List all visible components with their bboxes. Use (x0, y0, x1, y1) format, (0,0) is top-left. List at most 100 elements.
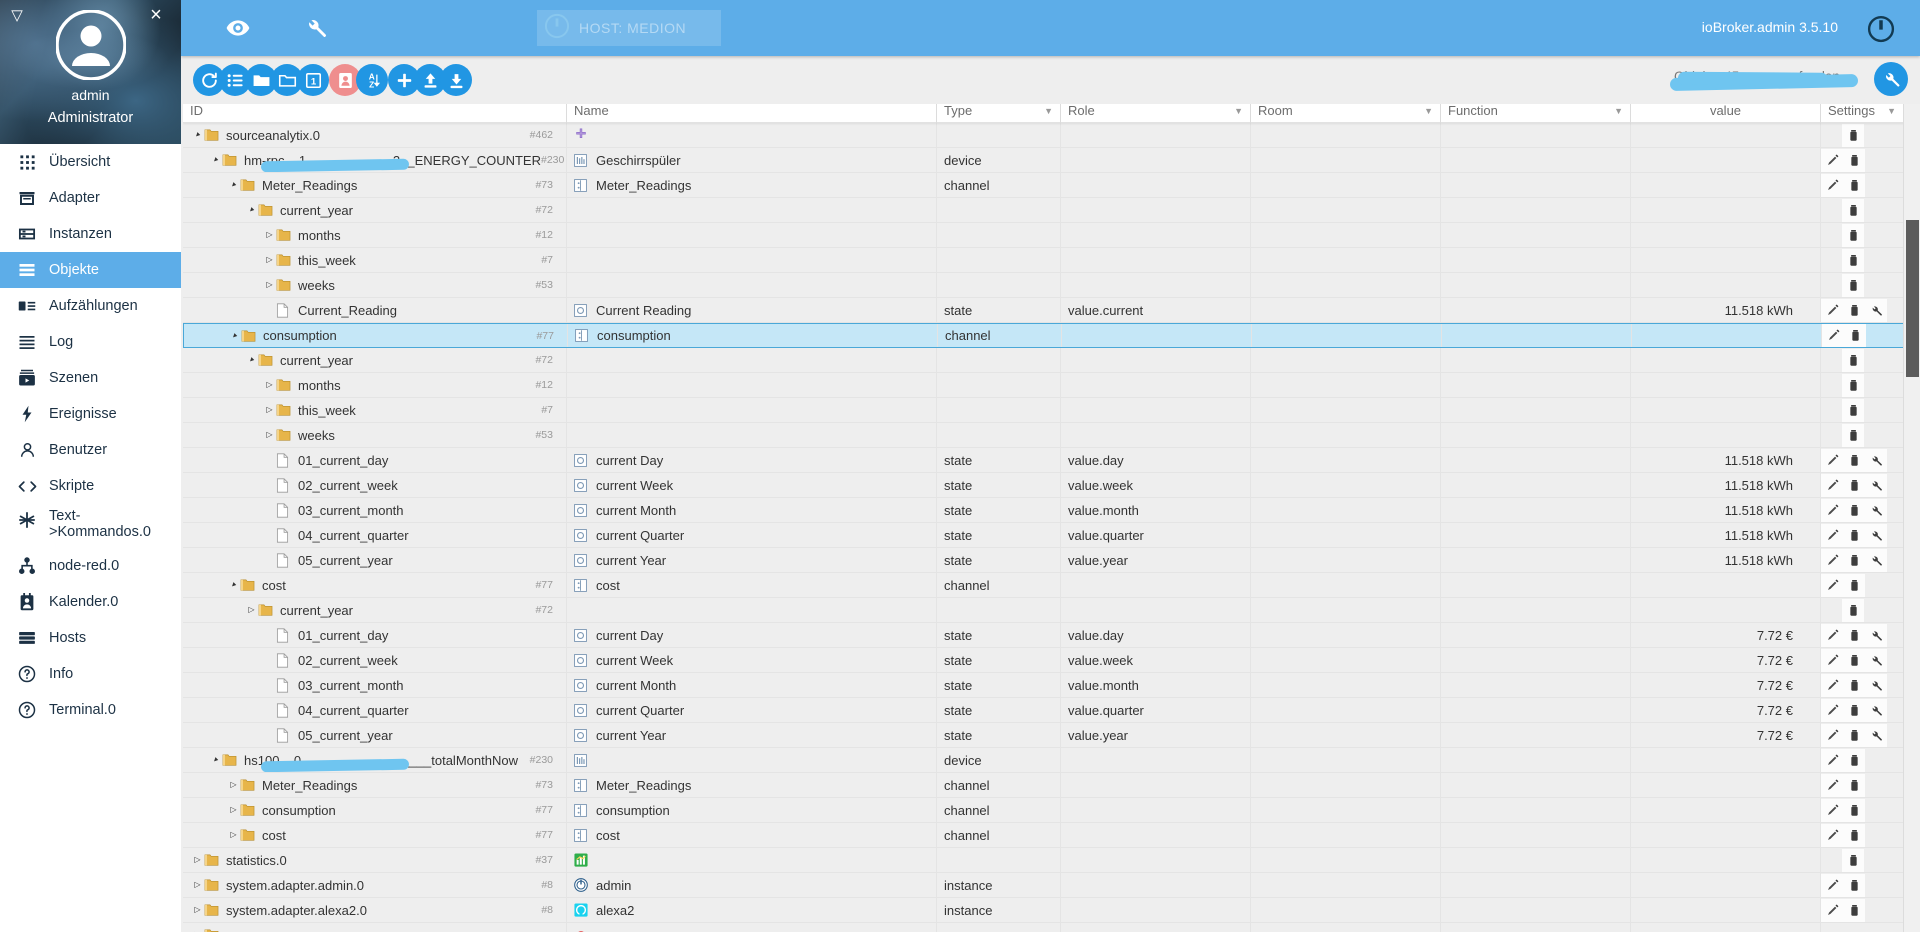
cell-id[interactable]: ◂hs100__0__________________totalMonthNow… (183, 748, 567, 772)
sidebar-item-bersicht[interactable]: Übersicht (0, 144, 181, 180)
cell-id[interactable]: 03_current_month (183, 673, 567, 697)
cell-id[interactable]: ◂ consumption #77 (184, 324, 568, 347)
table-row[interactable]: ▷ weeks #53 (183, 423, 1920, 448)
chevron-right-icon[interactable]: ▷ (191, 856, 204, 864)
sidebar-item-log[interactable]: Log (0, 324, 181, 360)
sidebar-item-objekte[interactable]: Objekte (0, 252, 181, 288)
table-row[interactable]: ◂ cost #77 cost channel (183, 573, 1920, 598)
table-row[interactable]: ▷ system.adapter.alexa2.0 #8 alexa2 instance (183, 898, 1920, 923)
edit-button[interactable] (1821, 673, 1843, 697)
cell-id[interactable]: ▷ this_week #7 (183, 398, 567, 422)
table-row[interactable]: ▷ (183, 923, 1920, 932)
table-row[interactable]: ▷ cost #77 cost channel (183, 823, 1920, 848)
sidebar-item-hosts[interactable]: Hosts (0, 620, 181, 656)
table-row[interactable]: ▷ current_year #72 (183, 598, 1920, 623)
cell-id[interactable]: 04_current_quarter (183, 523, 567, 547)
chevron-down-icon[interactable]: ▼ (1424, 106, 1433, 116)
table-row[interactable]: ◂ current_year #72 (183, 198, 1920, 223)
table-row[interactable]: 02_current_week current Week state value.we… (183, 473, 1920, 498)
edit-button[interactable] (1821, 573, 1843, 597)
delete-button[interactable] (1843, 748, 1865, 772)
chevron-right-icon[interactable]: ▷ (245, 606, 258, 614)
table-row[interactable]: 01_current_day current Day state value.day 7… (183, 623, 1920, 648)
edit-button[interactable] (1821, 873, 1843, 897)
table-row[interactable]: 03_current_month current Month state value.… (183, 498, 1920, 523)
delete-button[interactable] (1842, 848, 1864, 872)
sidebar-item-node-red-0[interactable]: node-red.0 (0, 548, 181, 584)
edit-button[interactable] (1821, 748, 1843, 772)
chevron-down-icon[interactable]: ◂ (244, 203, 259, 218)
delete-button[interactable] (1843, 523, 1865, 547)
delete-button[interactable] (1843, 698, 1865, 722)
edit-button[interactable] (1821, 523, 1843, 547)
cell-id[interactable]: 02_current_week (183, 473, 567, 497)
delete-button[interactable] (1843, 798, 1865, 822)
chevron-right-icon[interactable]: ▷ (191, 881, 204, 889)
cell-id[interactable]: ▷ cost #77 (183, 823, 567, 847)
sidebar-item-aufz-hlungen[interactable]: Aufzählungen (0, 288, 181, 324)
delete-button[interactable] (1843, 148, 1865, 172)
delete-button[interactable] (1842, 198, 1864, 222)
edit-button[interactable] (1821, 473, 1843, 497)
cell-id[interactable]: 05_current_year (183, 723, 567, 747)
cell-id[interactable]: ◂hm-rpc__1____________2__ENERGY_COUNTER#… (183, 148, 567, 172)
settings-wrench-button[interactable] (1874, 62, 1908, 96)
cell-id[interactable]: ▷ system.adapter.admin.0 #8 (183, 873, 567, 897)
table-row[interactable]: ▷ statistics.0 #37 (183, 848, 1920, 873)
delete-button[interactable] (1842, 398, 1864, 422)
chevron-right-icon[interactable]: ▷ (263, 381, 276, 389)
vertical-scrollbar[interactable] (1903, 98, 1920, 932)
chevron-right-icon[interactable]: ▷ (263, 431, 276, 439)
table-row[interactable]: ◂ current_year #72 (183, 348, 1920, 373)
edit-button[interactable] (1821, 298, 1843, 322)
table-row[interactable]: 01_current_day current Day state value.day 1… (183, 448, 1920, 473)
table-row[interactable]: ▷ months #12 (183, 223, 1920, 248)
export-button[interactable] (440, 64, 472, 96)
edit-button[interactable] (1821, 148, 1843, 172)
cell-id[interactable]: 04_current_quarter (183, 698, 567, 722)
cell-id[interactable]: ◂ current_year #72 (183, 348, 567, 372)
cell-id[interactable]: ▷ current_year #72 (183, 598, 567, 622)
edit-button[interactable] (1821, 723, 1843, 747)
edit-button[interactable] (1821, 498, 1843, 522)
delete-button[interactable] (1843, 448, 1865, 472)
delete-button[interactable] (1843, 548, 1865, 572)
chevron-right-icon[interactable]: ▷ (263, 256, 276, 264)
delete-button[interactable] (1843, 898, 1865, 922)
edit-button[interactable] (1822, 324, 1844, 347)
power-icon[interactable] (1864, 12, 1898, 46)
delete-button[interactable] (1842, 598, 1864, 622)
table-row[interactable]: 05_current_year current Year state value.ye… (183, 548, 1920, 573)
wrench-button[interactable] (1865, 298, 1887, 322)
delete-button[interactable] (1842, 348, 1864, 372)
search-input[interactable]: Objekte 45 von ... gefunden (1669, 64, 1864, 94)
cell-id[interactable]: ▷ weeks #53 (183, 423, 567, 447)
delete-button[interactable] (1842, 223, 1864, 247)
edit-button[interactable] (1821, 823, 1843, 847)
delete-button[interactable] (1843, 773, 1865, 797)
chevron-down-icon[interactable]: ◂ (190, 128, 205, 143)
wrench-button[interactable] (1865, 498, 1887, 522)
delete-button[interactable] (1843, 573, 1865, 597)
table-row[interactable]: ▷ weeks #53 (183, 273, 1920, 298)
table-row[interactable]: ▷ Meter_Readings #73 Meter_Readings channel (183, 773, 1920, 798)
chevron-down-icon[interactable]: ▼ (1044, 106, 1053, 116)
cell-id[interactable]: ▷ weeks #53 (183, 273, 567, 297)
table-row[interactable]: ◂hm-rpc__1____________2__ENERGY_COUNTER#… (183, 148, 1920, 173)
chevron-down-icon[interactable]: ▼ (1614, 106, 1623, 116)
wrench-button[interactable] (1865, 473, 1887, 497)
sidebar-item-text-kommandos-0[interactable]: Text- >Kommandos.0 (0, 504, 181, 548)
chevron-right-icon[interactable]: ▷ (263, 281, 276, 289)
edit-button[interactable] (1821, 173, 1843, 197)
chevron-right-icon[interactable]: ▷ (227, 781, 240, 789)
sidebar-item-terminal-0[interactable]: Terminal.0 (0, 692, 181, 728)
table-row[interactable]: 03_current_month current Month state value.… (183, 673, 1920, 698)
cell-id[interactable]: ◂ Meter_Readings #73 (183, 173, 567, 197)
sort-button[interactable]: AZ (356, 64, 388, 96)
table-row[interactable]: ▷ consumption #77 consumption channel (183, 798, 1920, 823)
chevron-down-icon[interactable]: ◂ (226, 178, 241, 193)
cell-id[interactable]: ◂ cost #77 (183, 573, 567, 597)
wrench-button[interactable] (1865, 448, 1887, 472)
table-row[interactable]: 04_current_quarter current Quarter state va… (183, 698, 1920, 723)
delete-button[interactable] (1843, 473, 1865, 497)
